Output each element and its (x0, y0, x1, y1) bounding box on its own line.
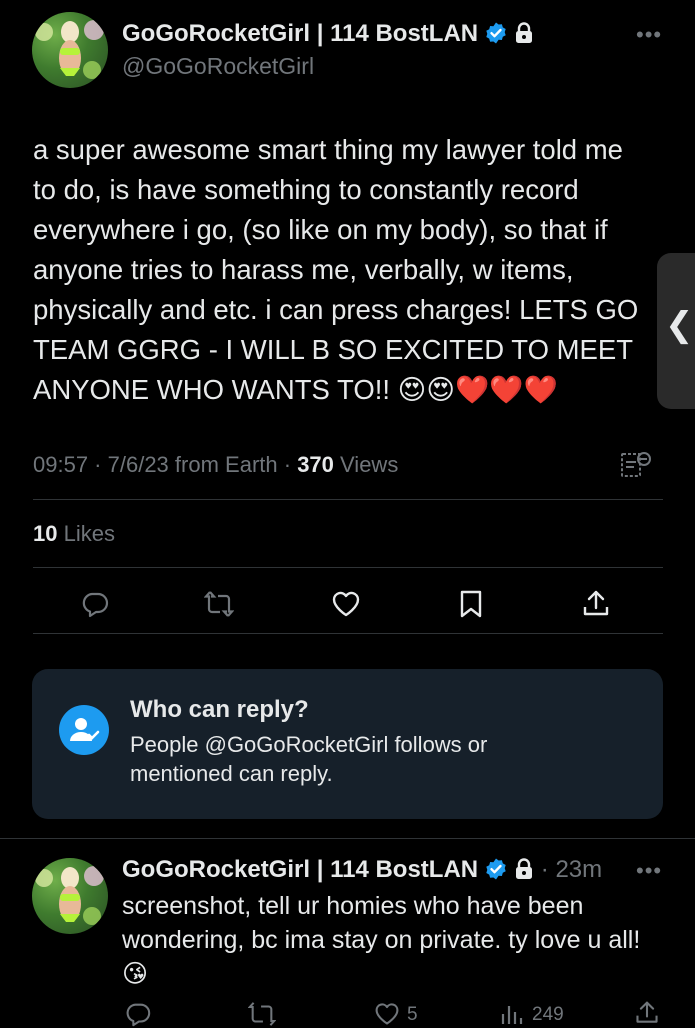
tweet-source: from Earth (174, 452, 278, 477)
author-display-name[interactable]: GoGoRocketGirl | 114 BostLAN (122, 20, 478, 47)
tweet-time: 09:57 (33, 452, 89, 477)
mention-user-icon (59, 705, 109, 755)
verified-badge-icon (486, 22, 506, 44)
retweet-icon[interactable] (204, 589, 234, 619)
reply-restriction-title: Who can reply? (130, 696, 309, 723)
reply-author-name[interactable]: GoGoRocketGirl | 114 BostLAN (122, 856, 478, 883)
reply-icon[interactable] (80, 589, 110, 619)
tweet-line: everywhere i go, (so like on my body), s… (33, 214, 608, 245)
reply-line: wondering, bc ima stay on private. ty lo… (122, 926, 641, 954)
tweet-line: ANYONE WHO WANTS TO!! 😍😍❤️❤️❤️ (33, 370, 673, 410)
heart-eyes-emoji: 😍 (397, 374, 427, 405)
tweet-line: to do, is have something to constantly r… (33, 174, 579, 205)
heart-icon[interactable] (331, 589, 361, 619)
reply-restriction-line: mentioned can reply. (130, 761, 333, 786)
tweet-line: a super awesome smart thing my lawyer to… (33, 134, 623, 165)
red-heart-emoji: ❤️ (455, 374, 490, 405)
red-heart-emoji: ❤️ (489, 374, 524, 405)
lock-icon (516, 858, 533, 879)
verified-badge-icon (486, 858, 506, 880)
tweet-line: TEAM GGRG - I WILL B SO EXCITED TO MEET (33, 334, 633, 365)
heart-icon[interactable] (374, 1001, 400, 1027)
share-icon[interactable] (581, 589, 611, 619)
reply-restriction-line: People @GoGoRocketGirl follows or (130, 732, 488, 757)
views-icon[interactable] (500, 1002, 524, 1024)
views-label: Views (340, 452, 399, 477)
red-heart-emoji: ❤️ (523, 374, 558, 405)
reply-author[interactable]: GoGoRocketGirl | 114 BostLAN · 23m (122, 856, 602, 884)
side-panel-tab[interactable]: ❮ (657, 253, 695, 409)
more-icon[interactable]: ••• (636, 858, 662, 884)
reply-line: screenshot, tell ur homies who have been (122, 892, 584, 920)
reply-avatar[interactable] (32, 858, 108, 934)
tweet-line: physically and etc. i can press charges!… (33, 294, 639, 325)
reply-like-count: 5 (407, 1004, 418, 1025)
reply-time-ago[interactable]: 23m (555, 856, 602, 883)
chevron-left-icon: ❮ (665, 306, 694, 344)
heart-eyes-emoji: 😍 (426, 374, 456, 405)
analytics-icon[interactable] (620, 450, 652, 480)
more-icon[interactable]: ••• (636, 22, 662, 48)
share-icon[interactable] (634, 1000, 660, 1026)
tweet-line-text: ANYONE WHO WANTS TO!! (33, 374, 391, 405)
bookmark-icon[interactable] (456, 589, 486, 619)
kiss-emoji: 😘 (122, 960, 149, 988)
likes-count: 10 (33, 521, 58, 546)
likes-label: Likes (63, 521, 115, 546)
tweet-text: a super awesome smart thing my lawyer to… (33, 130, 673, 410)
tweet-line: anyone tries to harass me, verbally, w i… (33, 254, 574, 285)
who-can-reply-card: Who can reply? People @GoGoRocketGirl fo… (32, 669, 663, 819)
divider (0, 838, 695, 839)
divider (33, 567, 663, 568)
author-name[interactable]: GoGoRocketGirl | 114 BostLAN (122, 20, 534, 48)
lock-icon (516, 22, 533, 43)
author-handle[interactable]: @GoGoRocketGirl (122, 53, 314, 80)
likes-row[interactable]: 10 Likes (33, 521, 115, 547)
tweet-date[interactable]: 7/6/23 (108, 452, 169, 477)
divider (33, 633, 663, 634)
reply-view-count: 249 (532, 1004, 564, 1025)
divider (33, 499, 663, 500)
tweet-meta: 09:57 · 7/6/23 from Earth · 370 Views (33, 452, 399, 477)
avatar[interactable] (32, 12, 108, 88)
reply-text: screenshot, tell ur homies who have been… (122, 889, 682, 991)
views-count: 370 (297, 452, 334, 477)
reply-restriction-description: People @GoGoRocketGirl follows or mentio… (130, 730, 650, 788)
